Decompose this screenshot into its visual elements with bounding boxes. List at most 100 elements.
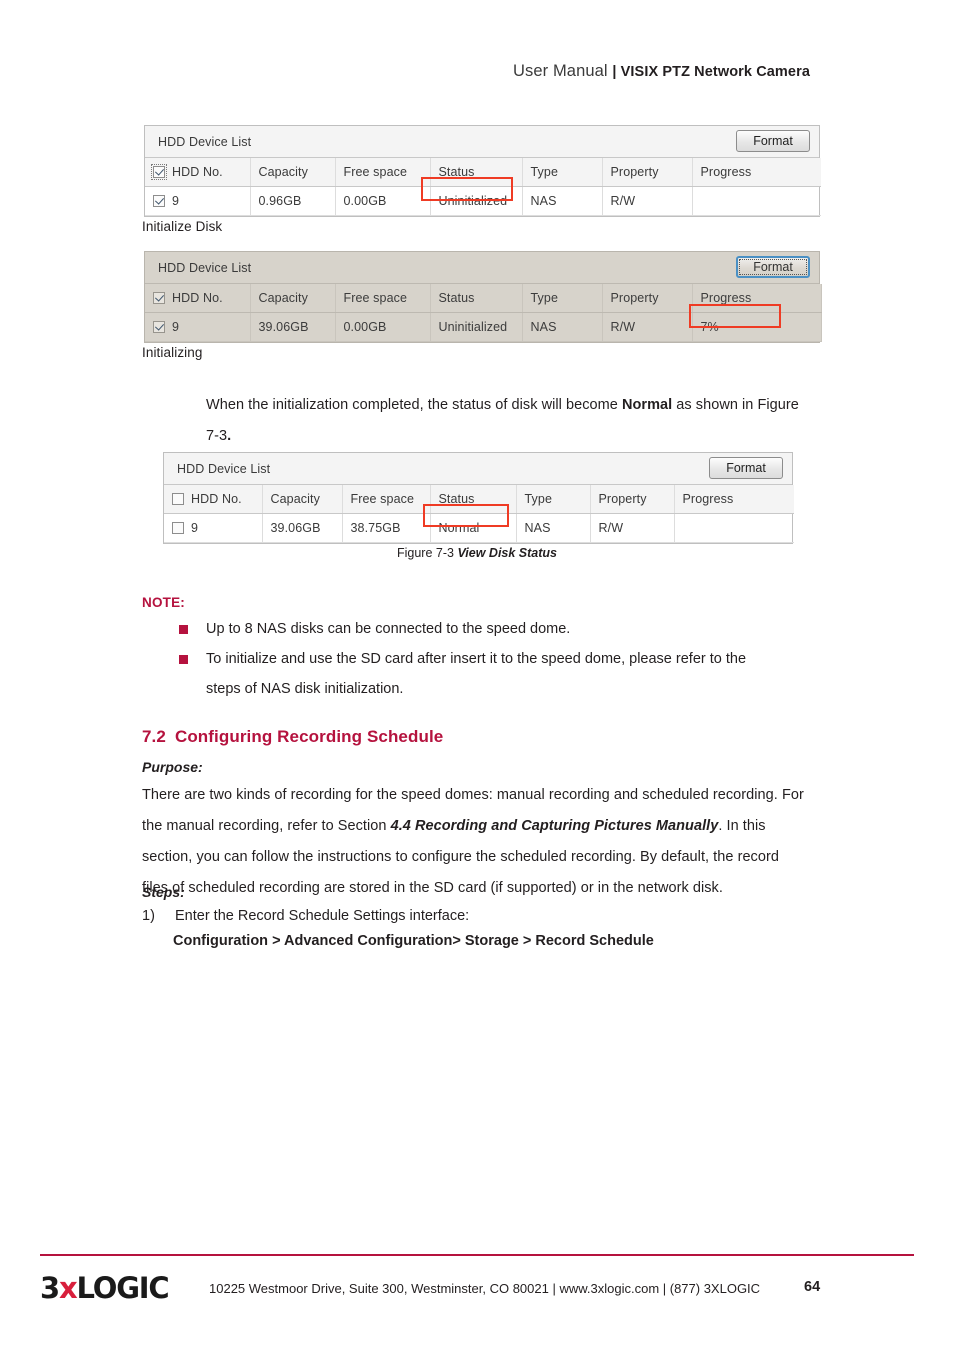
- purpose-line-3: section, you can follow the instructions…: [142, 849, 779, 865]
- cell-capacity-2: 39.06GB: [250, 312, 336, 342]
- row-checkbox-1[interactable]: [153, 195, 165, 207]
- table-header-row-2: HDD No. Capacity Free space Status Type …: [145, 284, 822, 313]
- column-label-hdd-no-2: HDD No.: [172, 291, 223, 305]
- purpose-line-2-pre: the manual recording, refer to Section: [142, 818, 391, 834]
- note-item-1: Up to 8 NAS disks can be connected to th…: [179, 614, 826, 644]
- hdd-table-1: HDD No. Capacity Free space Status Type …: [145, 158, 821, 216]
- bullet-square-icon: [179, 625, 188, 634]
- 3xlogic-logo: 3xLOGIC: [40, 1271, 170, 1305]
- panel-titlebar-3: HDD Device List Format: [164, 453, 792, 485]
- cell-property-1: R/W: [602, 186, 693, 216]
- column-header-status-2: Status: [430, 284, 523, 313]
- format-button-1[interactable]: Format: [736, 130, 810, 152]
- cell-type-2: NAS: [522, 312, 603, 342]
- panel-title-1: HDD Device List: [158, 134, 252, 149]
- column-header-property-2: Property: [602, 284, 693, 313]
- hdd-device-list-panel-1: HDD Device List Format HDD No. Capacity …: [144, 125, 821, 217]
- hdd-table-3: HDD No. Capacity Free space Status Type …: [164, 485, 794, 543]
- cell-progress-3: [674, 513, 794, 543]
- cell-progress-1: [692, 186, 821, 216]
- select-all-checkbox-3[interactable]: [172, 493, 184, 505]
- cell-hdd-no-2: 9: [145, 312, 251, 342]
- cell-free-space-1: 0.00GB: [335, 186, 431, 216]
- table-row[interactable]: 9 39.06GB 38.75GB Normal NAS R/W: [164, 513, 794, 543]
- note-list: Up to 8 NAS disks can be connected to th…: [179, 614, 826, 704]
- column-header-progress-1: Progress: [692, 158, 821, 187]
- note-item-1-text: Up to 8 NAS disks can be connected to th…: [206, 621, 571, 637]
- format-button-label-3: Format: [726, 461, 766, 475]
- cell-free-space-2: 0.00GB: [335, 312, 431, 342]
- cell-status-1: Uninitialized: [430, 186, 523, 216]
- init-complete-text-1: When the initialization completed, the s…: [206, 397, 622, 413]
- init-complete-line2-period: .: [227, 428, 232, 444]
- note-item-2-text-cont: steps of NAS disk initialization.: [206, 681, 404, 697]
- note-label: NOTE:: [142, 595, 185, 610]
- hdd-device-list-panel-3: HDD Device List Format HDD No. Capacity …: [163, 452, 794, 544]
- column-header-free-space-2: Free space: [335, 284, 431, 313]
- init-complete-bold: Normal: [621, 397, 673, 413]
- table-row[interactable]: 9 0.96GB 0.00GB Uninitialized NAS R/W: [145, 186, 821, 216]
- purpose-label: Purpose:: [142, 759, 203, 775]
- table-row[interactable]: 9 39.06GB 0.00GB Uninitialized NAS R/W 7…: [145, 312, 822, 342]
- init-complete-text-2: as shown in Figure: [672, 397, 799, 413]
- purpose-line-4: files of scheduled recording are stored …: [142, 880, 723, 896]
- column-header-status-1: Status: [430, 158, 523, 187]
- row-checkbox-3[interactable]: [172, 522, 184, 534]
- panel-title-2: HDD Device List: [158, 260, 252, 275]
- footer-divider: [40, 1254, 914, 1256]
- format-button-2[interactable]: Format: [736, 256, 810, 278]
- purpose-line-2-post: . In this: [718, 818, 766, 834]
- table-header-row-3: HDD No. Capacity Free space Status Type …: [164, 485, 794, 514]
- bullet-square-icon: [179, 655, 188, 664]
- select-all-checkbox-2[interactable]: [153, 292, 165, 304]
- format-button-label-1: Format: [753, 134, 793, 148]
- row-checkbox-2[interactable]: [153, 321, 165, 333]
- section-title: Configuring Recording Schedule: [174, 727, 444, 746]
- logo-x: x: [58, 1271, 78, 1305]
- format-button-3[interactable]: Format: [709, 457, 783, 479]
- cell-hdd-no-value-3: 9: [191, 521, 199, 535]
- column-header-free-space-1: Free space: [335, 158, 431, 187]
- purpose-paragraph: There are two kinds of recording for the…: [142, 780, 822, 904]
- column-label-hdd-no-3: HDD No.: [191, 492, 242, 506]
- figure-title: View Disk Status: [457, 546, 558, 560]
- column-header-hdd-no-3: HDD No.: [164, 485, 263, 514]
- cell-hdd-no-1: 9: [145, 186, 251, 216]
- column-header-type-2: Type: [522, 284, 603, 313]
- hdd-table-2: HDD No. Capacity Free space Status Type …: [145, 284, 822, 342]
- column-header-hdd-no-1: HDD No.: [145, 158, 251, 187]
- cell-free-space-3: 38.75GB: [342, 513, 431, 543]
- purpose-line-1: There are two kinds of recording for the…: [142, 787, 804, 803]
- steps-label: Steps:: [142, 884, 185, 900]
- step-1: 1) Enter the Record Schedule Settings in…: [142, 908, 822, 924]
- step-1-number: 1): [142, 908, 155, 924]
- column-header-property-3: Property: [590, 485, 675, 514]
- column-label-hdd-no-1: HDD No.: [172, 165, 223, 179]
- header-title-light: User Manual: [513, 62, 613, 80]
- footer-address: 10225 Westmoor Drive, Suite 300, Westmin…: [209, 1281, 761, 1296]
- select-all-checkbox-1[interactable]: [151, 164, 167, 180]
- section-heading-7-2: 7.2 Configuring Recording Schedule: [142, 727, 443, 747]
- hdd-device-list-panel-2: HDD Device List Format HDD No. Capacity …: [144, 251, 822, 343]
- caption-initializing: Initializing: [142, 345, 203, 360]
- cell-status-2: Uninitialized: [430, 312, 523, 342]
- column-header-status-3: Status: [430, 485, 517, 514]
- column-header-free-space-3: Free space: [342, 485, 431, 514]
- column-header-progress-2: Progress: [692, 284, 822, 313]
- table-header-row-1: HDD No. Capacity Free space Status Type …: [145, 158, 821, 187]
- cell-property-2: R/W: [602, 312, 693, 342]
- cell-type-1: NAS: [522, 186, 603, 216]
- note-item-2-continued: steps of NAS disk initialization.: [206, 674, 826, 704]
- column-header-property-1: Property: [602, 158, 693, 187]
- cell-hdd-no-3: 9: [164, 513, 263, 543]
- step-1-navigation-path: Configuration > Advanced Configuration> …: [173, 933, 654, 949]
- init-complete-paragraph: When the initialization completed, the s…: [206, 390, 826, 452]
- cell-property-3: R/W: [590, 513, 675, 543]
- purpose-line-2-bold: 4.4 Recording and Capturing Pictures Man…: [390, 818, 719, 834]
- document-header: User Manual | VISIX PTZ Network Camera: [0, 62, 954, 81]
- logo-3: 3: [40, 1271, 60, 1305]
- note-item-2: To initialize and use the SD card after …: [179, 644, 826, 674]
- figure-number: Figure 7-3: [396, 546, 458, 560]
- column-header-type-3: Type: [516, 485, 591, 514]
- cell-status-3: Normal: [430, 513, 517, 543]
